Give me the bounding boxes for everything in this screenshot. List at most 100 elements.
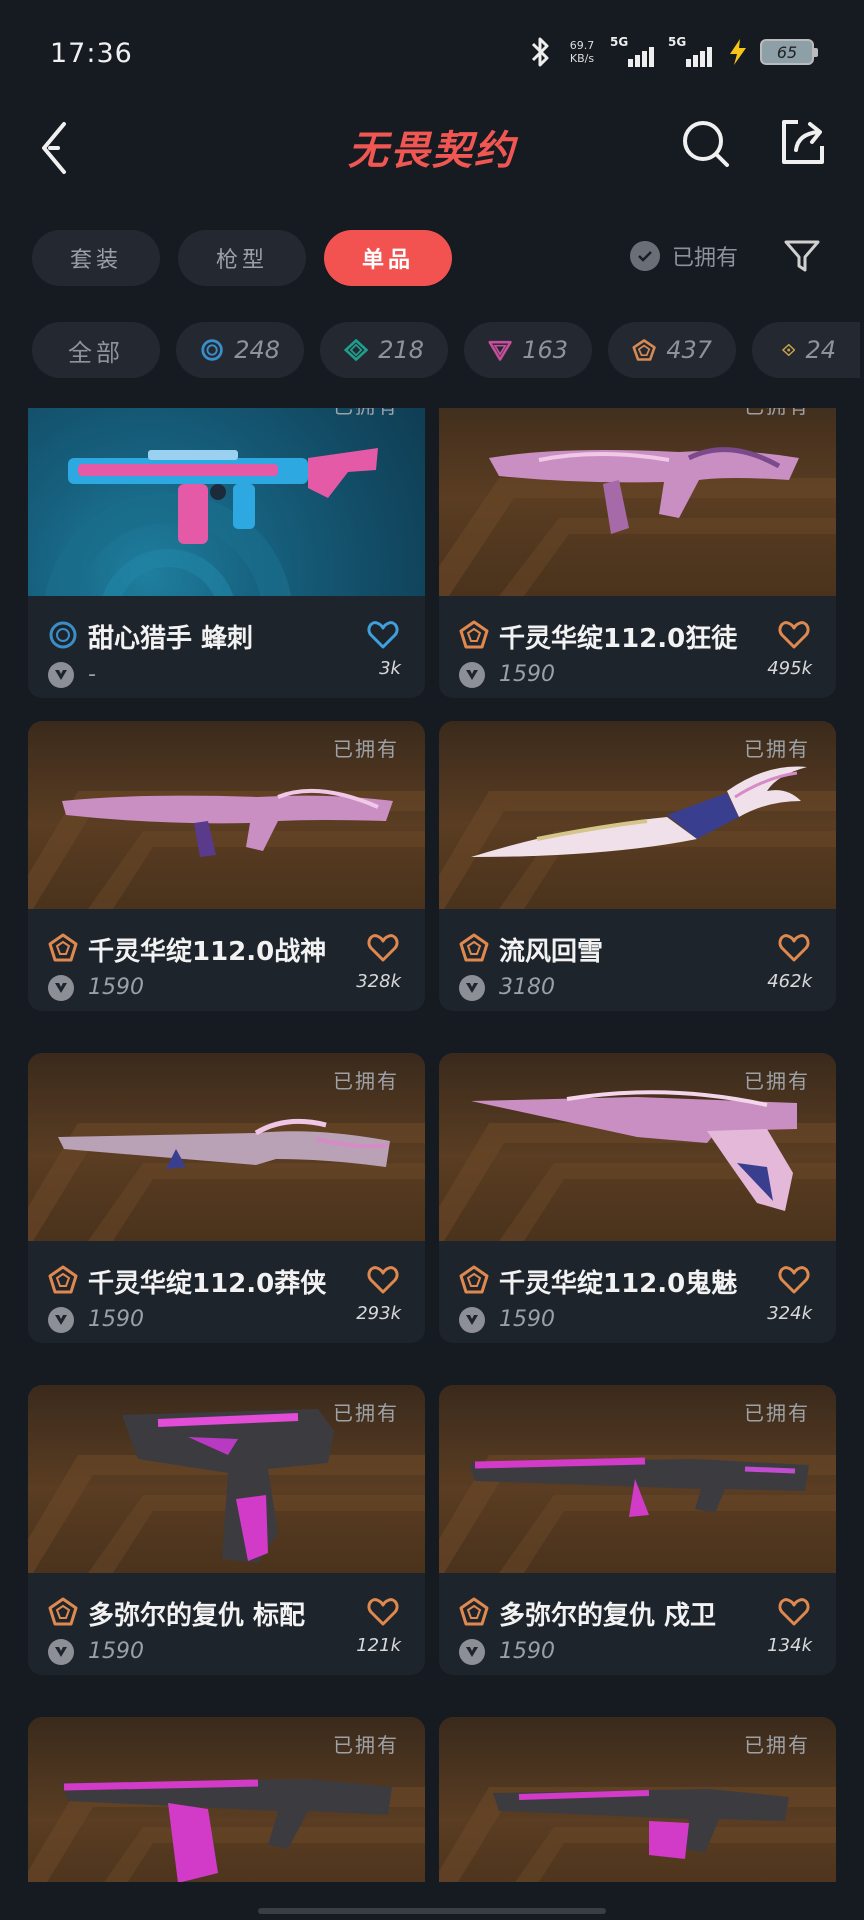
home-indicator[interactable] (258, 1908, 606, 1914)
heart-icon[interactable] (778, 933, 810, 963)
heart-icon[interactable] (367, 933, 399, 963)
status-icons: 69.7 KB/s 5G 5G 65 (528, 34, 818, 70)
favorite-count: 495k (767, 658, 812, 679)
exclusive-tier-icon (459, 1265, 489, 1294)
weapon-phantom-icon (493, 1789, 789, 1859)
skin-card[interactable]: 已拥有 千灵华绽112.0战神 1590 328k (28, 721, 425, 1011)
owned-tag: 已拥有 (333, 1069, 399, 1093)
rarity-filter-ultra[interactable]: 24 (752, 322, 860, 378)
rarity-filter-all[interactable]: 全部 (32, 322, 160, 378)
owned-tag: 已拥有 (333, 408, 399, 419)
weapon-bulldog-icon (58, 1118, 390, 1169)
tab-weapon-types[interactable]: 枪型 (178, 230, 306, 286)
filter-icon[interactable] (782, 236, 822, 276)
deluxe-tier-icon (344, 338, 369, 362)
weapon-guardian-icon (469, 1457, 809, 1517)
network-speed: 69.7 KB/s (564, 39, 600, 65)
skin-card[interactable]: 已拥有 千灵华绽112.0鬼魅 1590 324k (439, 1053, 836, 1343)
owned-toggle[interactable]: 已拥有 (630, 240, 738, 272)
battery-icon: 65 (760, 39, 818, 65)
skin-info: 千灵华绽112.0战神 1590 328k (28, 909, 425, 1011)
status-bar: 17:36 69.7 KB/s 5G 5G 65 (0, 0, 864, 100)
rarity-count: 437 (666, 336, 712, 364)
owned-tag: 已拥有 (744, 1401, 810, 1425)
favorite-count: 121k (356, 1635, 401, 1656)
skin-image: 已拥有 (28, 1385, 425, 1573)
vp-currency-icon (48, 975, 74, 1001)
rarity-filter-row: 全部 248 218 163 437 24 (32, 322, 860, 378)
app-screen: 17:36 69.7 KB/s 5G 5G 65 无畏契约 套装 枪型 单品 已… (0, 0, 864, 1920)
check-icon (630, 241, 660, 271)
select-tier-icon (49, 621, 77, 649)
rarity-filter-exclusive[interactable]: 437 (608, 322, 736, 378)
skin-price: 1590 (499, 1307, 555, 1332)
skin-card[interactable]: 已拥有 多弥尔的复仇 戍卫 1590 134k (439, 1385, 836, 1675)
skin-name: 多弥尔的复仇 标配 (88, 1601, 306, 1631)
rarity-filter-deluxe[interactable]: 218 (320, 322, 448, 378)
owned-tag: 已拥有 (744, 1069, 810, 1093)
select-tier-icon (201, 339, 223, 361)
skin-image: 已拥有 (439, 408, 836, 596)
heart-icon[interactable] (367, 1265, 399, 1295)
share-icon[interactable] (778, 116, 828, 168)
favorite-count: 324k (767, 1303, 812, 1324)
search-icon[interactable] (680, 118, 732, 170)
charging-icon (730, 39, 746, 65)
skin-card[interactable]: 已拥有 流风回雪 3180 462k (439, 721, 836, 1011)
skin-info: 甜心猎手 蜂刺 - 3k (28, 596, 425, 698)
owned-tag: 已拥有 (333, 1401, 399, 1425)
heart-icon[interactable] (778, 620, 810, 650)
heart-icon[interactable] (778, 1265, 810, 1295)
heart-icon[interactable] (367, 620, 399, 650)
skin-price: 3180 (499, 975, 555, 1000)
skin-card[interactable]: 已拥有 (439, 1717, 836, 1882)
rarity-count: 24 (805, 336, 836, 364)
weapon-ghost-icon (471, 1090, 797, 1211)
skin-image: 已拥有 (439, 1053, 836, 1241)
vp-currency-icon (459, 1307, 485, 1333)
rarity-filter-premium[interactable]: 163 (464, 322, 592, 378)
weapon-classic-icon (122, 1409, 334, 1563)
skin-grid: 已拥有 甜心猎手 蜂刺 - 3k (28, 408, 836, 1882)
skin-card[interactable]: 已拥有 (28, 1717, 425, 1882)
favorite-count: 328k (356, 971, 401, 992)
owned-tag: 已拥有 (744, 737, 810, 761)
skin-name: 多弥尔的复仇 戍卫 (499, 1601, 717, 1631)
favorite-count: 134k (767, 1635, 812, 1656)
weapon-vandal-icon (489, 447, 799, 534)
skin-name: 千灵华绽112.0狂徒 (499, 624, 738, 654)
rarity-count: 218 (378, 336, 424, 364)
rarity-filter-select[interactable]: 248 (176, 322, 304, 378)
top-app-bar: 无畏契约 (0, 100, 864, 210)
skin-card[interactable]: 已拥有 多弥尔的复仇 标配 1590 121k (28, 1385, 425, 1675)
skin-card[interactable]: 已拥有 千灵华绽112.0狂徒 1590 495k (439, 408, 836, 698)
owned-tag: 已拥有 (744, 1733, 810, 1757)
skin-price: 1590 (499, 1639, 555, 1664)
tab-single-items[interactable]: 单品 (324, 230, 452, 286)
exclusive-tier-icon (48, 933, 78, 962)
skin-info: 千灵华绽112.0鬼魅 1590 324k (439, 1241, 836, 1343)
vp-currency-icon (459, 975, 485, 1001)
ultra-tier-icon (782, 343, 796, 357)
skin-info: 多弥尔的复仇 戍卫 1590 134k (439, 1573, 836, 1675)
owned-tag: 已拥有 (333, 1733, 399, 1757)
heart-icon[interactable] (367, 1597, 399, 1627)
signal-strength-1: 5G (610, 35, 658, 67)
favorite-count: 293k (356, 1303, 401, 1324)
favorite-count: 3k (379, 658, 401, 679)
network-speed-value: 69.7 (569, 39, 595, 52)
skin-card[interactable]: 已拥有 千灵华绽112.0莽侠 1590 293k (28, 1053, 425, 1343)
skin-info: 千灵华绽112.0莽侠 1590 293k (28, 1241, 425, 1343)
network-speed-unit: KB/s (569, 52, 595, 65)
exclusive-tier-icon (459, 620, 489, 649)
heart-icon[interactable] (778, 1597, 810, 1627)
vp-currency-icon (459, 662, 485, 688)
tab-bundles[interactable]: 套装 (32, 230, 160, 286)
skin-name: 千灵华绽112.0战神 (88, 937, 327, 967)
signal-label: 5G (610, 35, 629, 49)
skin-card[interactable]: 已拥有 甜心猎手 蜂刺 - 3k (28, 408, 425, 698)
skin-image: 已拥有 (439, 721, 836, 909)
owned-tag: 已拥有 (333, 737, 399, 761)
weapon-vandal-icon (62, 1779, 392, 1882)
skin-price: 1590 (88, 1639, 144, 1664)
